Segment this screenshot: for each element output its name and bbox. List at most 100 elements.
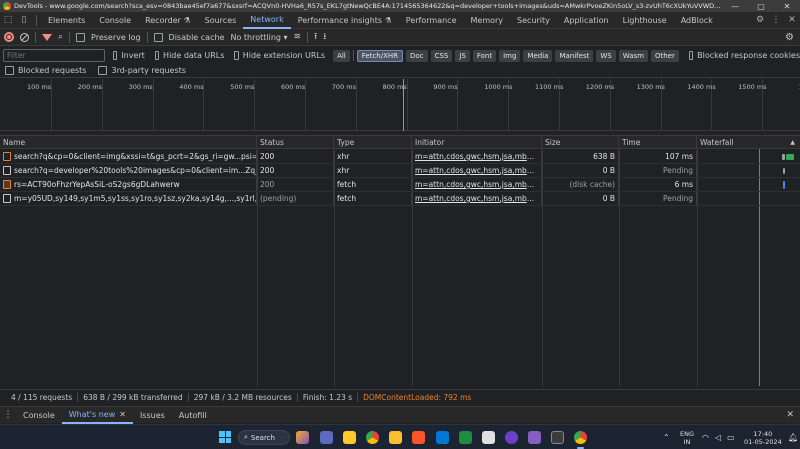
filter-input[interactable] — [3, 49, 105, 62]
table-row[interactable]: m=y05UD,sy149,sy1m5,sy1ss,sy1ro,sy1sz,sy… — [0, 192, 800, 206]
tab-adblock[interactable]: AdBlock — [674, 12, 720, 29]
widgets-icon[interactable] — [296, 431, 309, 444]
close-devtools-icon[interactable]: ✕ — [784, 12, 800, 28]
table-row[interactable]: rs=ACT90oFhzrYepAsSiL-oS2gs6gDLahwerw 20… — [0, 178, 800, 192]
chrome-icon[interactable] — [366, 431, 379, 444]
type-filter-wasm[interactable]: Wasm — [618, 49, 648, 62]
column-header-initiator[interactable]: Initiator — [412, 136, 542, 149]
minimize-button[interactable]: — — [722, 2, 748, 11]
import-har-icon[interactable]: ⭱ — [314, 29, 317, 45]
brave-browser-icon[interactable] — [412, 431, 425, 444]
record-icon[interactable] — [4, 32, 14, 42]
folder-icon[interactable] — [389, 431, 402, 444]
app-icon[interactable] — [459, 431, 472, 444]
column-header-waterfall[interactable]: Waterfall ▲ — [697, 136, 800, 149]
type-filter-doc[interactable]: Doc — [406, 49, 428, 62]
hide-extension-urls-checkbox[interactable] — [234, 51, 239, 60]
preserve-log-checkbox[interactable] — [76, 32, 86, 42]
terminal-icon[interactable] — [551, 431, 564, 444]
notepad-icon[interactable] — [482, 431, 495, 444]
settings-gear-icon[interactable]: ⚙ — [752, 12, 768, 28]
network-settings-gear-icon[interactable]: ⚙ — [785, 32, 794, 43]
initiator-link[interactable]: m=attn,cdos,gwc,hsm,jsa,mb4ZUb,d... — [415, 180, 538, 189]
tab-application[interactable]: Application — [557, 12, 616, 29]
initiator-link[interactable]: m=attn,cdos,gwc,hsm,jsa,mb4ZUb,d... — [415, 166, 538, 175]
taskbar-clock[interactable]: 17:40 01-05-2024 — [744, 425, 782, 449]
disable-cache-label: Disable cache — [168, 32, 225, 42]
timeline-tick-label: 1000 ms — [484, 83, 513, 91]
table-row[interactable]: search?q&cp=0&client=img&xssi=t&gs_pcrt=… — [0, 150, 800, 164]
device-toolbar-icon[interactable]: ▯ — [16, 12, 32, 28]
hide-data-urls-checkbox[interactable] — [154, 51, 160, 60]
tab-performance[interactable]: Performance — [399, 12, 464, 29]
blocked-requests-checkbox[interactable] — [5, 66, 14, 75]
type-filter-media[interactable]: Media — [523, 49, 553, 62]
table-row[interactable]: search?q=developer%20tools%20images&cp=0… — [0, 164, 800, 178]
file-explorer-icon[interactable] — [343, 431, 356, 444]
request-time: 107 ms — [619, 150, 697, 163]
throttling-select[interactable]: No throttling ▾ — [230, 33, 287, 42]
initiator-link[interactable]: m=attn,cdos,gwc,hsm,jsa,mb4ZUb,d... — [415, 152, 538, 161]
tab-lighthouse[interactable]: Lighthouse — [616, 12, 674, 29]
drawer-tab-issues[interactable]: Issues — [133, 407, 172, 424]
clear-icon[interactable] — [20, 32, 29, 42]
tab-sources[interactable]: Sources — [198, 12, 244, 29]
drawer-tab-whats-new[interactable]: What's new ✕ — [61, 407, 133, 424]
column-header-type[interactable]: Type — [334, 136, 412, 149]
tab-network[interactable]: Network — [243, 12, 291, 29]
blocked-response-cookies-checkbox[interactable] — [688, 51, 694, 60]
show-hidden-icons-chevron-icon[interactable]: ⌃ — [663, 425, 670, 449]
type-filter-manifest[interactable]: Manifest — [555, 49, 594, 62]
language-code: ENG — [680, 429, 695, 438]
column-header-time[interactable]: Time — [619, 136, 697, 149]
teams-icon[interactable] — [320, 431, 333, 444]
type-filter-other[interactable]: Other — [650, 49, 679, 62]
column-header-size[interactable]: Size — [542, 136, 619, 149]
export-har-icon[interactable]: ⭳ — [323, 29, 326, 45]
tab-memory[interactable]: Memory — [464, 12, 511, 29]
type-filter-all[interactable]: All — [333, 49, 350, 62]
close-tab-icon[interactable]: ✕ — [119, 410, 126, 419]
tab-console[interactable]: Console — [92, 12, 138, 29]
visual-studio-icon[interactable] — [528, 431, 541, 444]
drawer-tab-autofill[interactable]: Autofill — [172, 407, 214, 424]
network-overview-timeline[interactable]: 100 ms 200 ms 300 ms 400 ms 500 ms 600 ms 700 … — [0, 79, 800, 131]
type-filter-css[interactable]: CSS — [430, 49, 453, 62]
close-drawer-icon[interactable]: ✕ — [786, 410, 794, 420]
tab-elements[interactable]: Elements — [41, 12, 92, 29]
tab-performance-insights[interactable]: Performance insights ⚗ — [291, 12, 399, 29]
drawer-tab-console[interactable]: Console — [16, 407, 62, 424]
chrome-active-icon[interactable] — [574, 431, 587, 449]
initiator-link[interactable]: m=attn,cdos,gwc,hsm,jsa,mb4ZUb,d... — [415, 194, 538, 203]
system-tray[interactable]: ◠ ◁ ▭ — [702, 425, 735, 449]
tab-recorder[interactable]: Recorder ⚗ — [138, 12, 198, 29]
close-window-button[interactable]: ✕ — [774, 2, 800, 11]
column-header-status[interactable]: Status — [257, 136, 334, 149]
more-options-icon[interactable]: ⋮ — [768, 12, 784, 28]
type-filter-fetch-xhr[interactable]: Fetch/XHR — [356, 49, 404, 62]
search-icon[interactable]: ⌕ — [58, 32, 63, 42]
github-icon[interactable] — [505, 431, 518, 444]
third-party-requests-checkbox[interactable] — [98, 66, 108, 75]
invert-checkbox[interactable] — [113, 51, 118, 60]
network-conditions-icon[interactable]: ≋ — [294, 32, 302, 42]
type-filter-ws[interactable]: WS — [596, 49, 616, 62]
inspect-element-icon[interactable]: ⬚ — [0, 12, 16, 28]
column-header-name[interactable]: Name — [0, 136, 257, 149]
maximize-button[interactable]: ▢ — [748, 2, 774, 11]
tab-security[interactable]: Security — [510, 12, 557, 29]
notifications-bell-icon[interactable]: 🔔︎ — [788, 425, 798, 449]
taskbar-search[interactable]: ⌕ Search — [238, 430, 290, 445]
divider — [36, 14, 37, 26]
drawer-menu-icon[interactable]: ⋮ — [0, 410, 16, 420]
type-filter-font[interactable]: Font — [472, 49, 497, 62]
vscode-icon[interactable] — [436, 431, 449, 444]
request-name: m=y05UD,sy149,sy1m5,sy1ss,sy1ro,sy1sz,sy… — [14, 194, 257, 203]
type-filter-img[interactable]: Img — [499, 49, 521, 62]
language-indicator[interactable]: ENG IN — [680, 425, 694, 449]
throttling-value: No throttling — [230, 32, 281, 42]
filter-funnel-icon[interactable] — [42, 33, 52, 41]
type-filter-js[interactable]: JS — [455, 49, 470, 62]
windows-start-icon[interactable] — [219, 431, 231, 443]
disable-cache-checkbox[interactable] — [153, 32, 163, 42]
